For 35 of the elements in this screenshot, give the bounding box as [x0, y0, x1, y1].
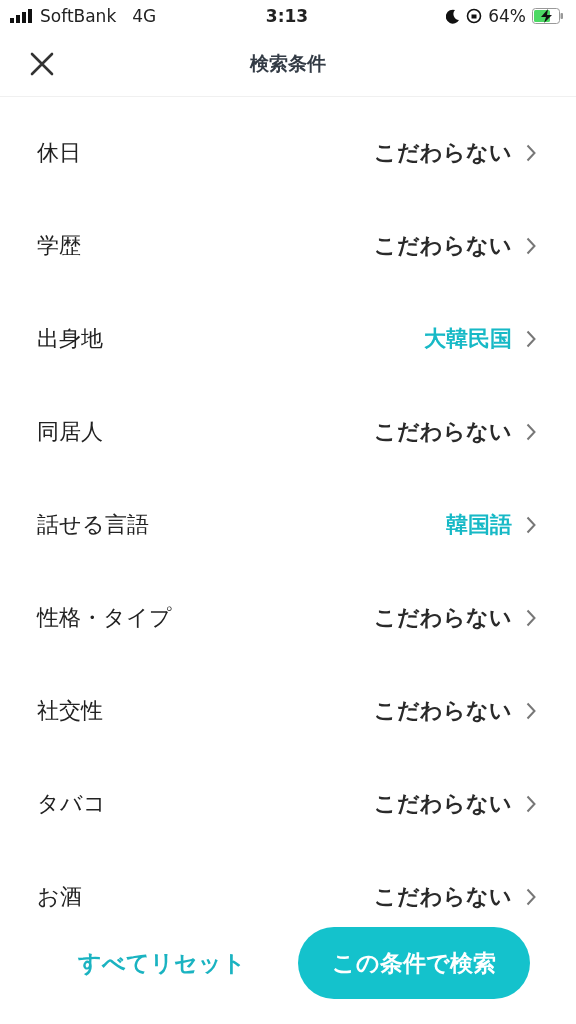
condition-value[interactable]: こだわらない	[374, 137, 512, 168]
condition-label: 出身地	[37, 324, 103, 353]
network-type: 4G	[132, 6, 157, 26]
signal-icon	[10, 9, 34, 23]
battery-charging-icon	[532, 8, 564, 24]
condition-value[interactable]: こだわらない	[374, 602, 512, 633]
condition-value[interactable]: こだわらない	[374, 881, 512, 912]
chevron-right-icon[interactable]	[526, 608, 536, 627]
condition-label: 社交性	[37, 696, 103, 725]
carrier-name: SoftBank	[40, 6, 117, 26]
condition-label: 話せる言語	[37, 510, 149, 539]
close-icon[interactable]	[30, 52, 54, 76]
chevron-right-icon[interactable]	[526, 887, 536, 906]
chevron-right-icon[interactable]	[526, 794, 536, 813]
chevron-right-icon[interactable]	[526, 422, 536, 441]
condition-value[interactable]: こだわらない	[374, 230, 512, 261]
chevron-right-icon[interactable]	[526, 329, 536, 348]
condition-value[interactable]: こだわらない	[374, 788, 512, 819]
condition-value[interactable]: こだわらない	[374, 695, 512, 726]
battery-percent: 64%	[488, 6, 526, 26]
condition-label: 性格・タイプ	[37, 603, 172, 632]
condition-label: 休日	[37, 138, 81, 167]
condition-label: お酒	[37, 882, 82, 911]
clock-time: 3:13	[265, 6, 309, 26]
condition-label: 同居人	[37, 417, 103, 446]
chevron-right-icon[interactable]	[526, 515, 536, 534]
screen-title: 検索条件	[250, 51, 326, 76]
condition-value[interactable]: こだわらない	[374, 416, 512, 447]
chevron-right-icon[interactable]	[526, 701, 536, 720]
moon-icon	[446, 8, 461, 24]
rotation-lock-icon	[466, 8, 483, 24]
chevron-right-icon[interactable]	[526, 143, 536, 162]
chevron-right-icon[interactable]	[526, 236, 536, 255]
condition-label: 学歴	[37, 231, 81, 260]
condition-label: タバコ	[37, 789, 106, 818]
